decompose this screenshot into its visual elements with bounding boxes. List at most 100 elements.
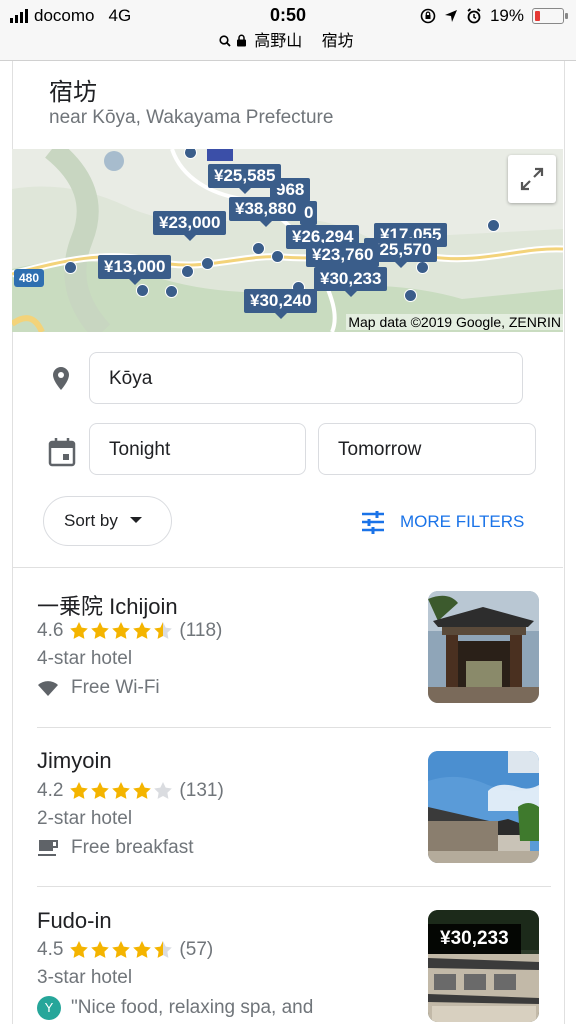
map-marker[interactable]: [252, 242, 265, 255]
map-marker[interactable]: [64, 261, 77, 274]
rotation-lock-icon: [420, 8, 436, 24]
divider: [12, 567, 563, 568]
checkout-date-field[interactable]: Tomorrow: [318, 423, 536, 475]
alarm-icon: [467, 8, 481, 24]
rating-value: 4.6: [37, 620, 64, 641]
battery-icon: [532, 8, 568, 24]
page-subtitle: near Kōya, Wakayama Prefecture: [49, 107, 334, 128]
amenity-label: Free breakfast: [71, 837, 194, 858]
hotel-name: Jimyoin: [37, 748, 112, 773]
divider: [37, 886, 551, 887]
hotel-amenity: Free Wi-Fi: [37, 677, 160, 699]
search-icon: [219, 35, 231, 47]
map-marker[interactable]: [404, 289, 417, 302]
map-marker[interactable]: [165, 285, 178, 298]
map[interactable]: 480 968 ¥25,585 0 ¥38,880 ¥23,000 ¥26,29…: [12, 149, 563, 332]
star-icon: [91, 622, 110, 639]
star-rating: [69, 940, 173, 960]
hotel-class: 2-star hotel: [37, 808, 133, 829]
map-price-tag[interactable]: ¥30,233: [314, 267, 388, 297]
status-bar: docomo 4G 0:50 19%: [0, 0, 576, 30]
status-right: 19%: [420, 6, 568, 26]
star-icon: [154, 622, 173, 639]
star-rating: [69, 781, 173, 801]
star-icon: [133, 782, 152, 799]
url-query-2: 宿坊: [321, 33, 354, 50]
map-price-tag[interactable]: ¥23,000: [153, 211, 227, 241]
map-attribution: Map data ©2019 Google, ZENRIN: [346, 314, 563, 330]
more-filters-label: MORE FILTERS: [400, 512, 525, 531]
star-icon: [154, 941, 173, 958]
route-480-badge: 480: [14, 269, 44, 287]
expand-map-button[interactable]: [508, 155, 556, 203]
hotel-review-snippet: Y "Nice food, relaxing spa, and: [37, 996, 313, 1020]
hotel-name: Fudo-in: [37, 908, 112, 933]
star-icon: [70, 622, 89, 639]
map-marker[interactable]: [181, 265, 194, 278]
temple-gate-image: [428, 591, 539, 703]
map-price-tag[interactable]: ¥38,880: [229, 197, 303, 227]
star-icon: [112, 782, 131, 799]
dropdown-arrow-icon: [129, 517, 142, 523]
review-count: (57): [179, 939, 214, 960]
map-price-tag[interactable]: ¥30,240: [244, 289, 318, 319]
hotel-rating: 4.5 (57): [37, 939, 213, 961]
hotel-class: 4-star hotel: [37, 648, 133, 669]
star-icon: [112, 941, 131, 958]
map-price-tag[interactable]: ¥23,760: [306, 243, 380, 273]
hotel-photo[interactable]: [428, 591, 539, 703]
review-count: (131): [179, 780, 224, 801]
hotel-rating: 4.6 (118): [37, 620, 222, 642]
location-pin-icon: [53, 367, 69, 390]
location-input[interactable]: Kōya: [89, 352, 523, 404]
sort-by-button[interactable]: Sort by: [43, 496, 172, 546]
review-snippet-text: "Nice food, relaxing spa, and: [71, 997, 314, 1018]
star-icon: [133, 941, 152, 958]
filter-sliders-icon: [362, 511, 384, 534]
sort-by-label: Sort by: [64, 511, 118, 530]
review-count: (118): [179, 620, 223, 641]
divider: [37, 727, 551, 728]
star-icon: [70, 941, 89, 958]
calendar-icon: [48, 438, 76, 467]
location-arrow-icon: [444, 10, 457, 22]
url-query-1: 高野山: [254, 33, 303, 50]
hotel-amenity: Free breakfast: [37, 837, 194, 859]
map-marker[interactable]: [271, 250, 284, 263]
map-marker[interactable]: [136, 284, 149, 297]
checkin-date-field[interactable]: Tonight: [89, 423, 306, 475]
star-icon: [70, 782, 89, 799]
rating-value: 4.5: [37, 939, 64, 960]
address-bar[interactable]: 高野山 宿坊: [0, 30, 576, 61]
star-icon: [154, 782, 173, 799]
page-title: 宿坊: [49, 79, 97, 106]
map-price-tag[interactable]: ¥25,585: [208, 164, 282, 194]
hotel-price-badge: ¥30,233: [428, 924, 521, 954]
star-icon: [91, 941, 110, 958]
hotel-class: 3-star hotel: [37, 967, 133, 988]
map-price-tag[interactable]: 0: [300, 201, 318, 231]
hotel-photo[interactable]: ¥30,233: [428, 910, 539, 1022]
battery-percent: 19%: [489, 6, 524, 25]
hotel-rating: 4.2 (131): [37, 780, 224, 802]
rating-value: 4.2: [37, 780, 64, 801]
wifi-icon: [38, 681, 58, 696]
star-rating: [69, 621, 173, 641]
reviewer-avatar: Y: [37, 996, 61, 1020]
coffee-icon: [38, 840, 58, 856]
expand-icon: [520, 167, 544, 191]
hotel-photo[interactable]: [428, 751, 539, 863]
map-marker[interactable]: [487, 219, 500, 232]
amenity-label: Free Wi-Fi: [71, 677, 160, 698]
lock-icon: [236, 34, 246, 47]
temple-building-image: [428, 751, 539, 863]
star-icon: [133, 622, 152, 639]
map-price-tag[interactable]: ¥13,000: [98, 255, 172, 285]
map-marker[interactable]: [416, 261, 429, 274]
map-marker[interactable]: [201, 257, 214, 270]
more-filters-button[interactable]: MORE FILTERS: [360, 510, 524, 534]
hotel-name: 一乗院 Ichijoin: [37, 594, 178, 619]
star-icon: [112, 622, 131, 639]
star-icon: [91, 782, 110, 799]
battery-level: [535, 11, 540, 21]
